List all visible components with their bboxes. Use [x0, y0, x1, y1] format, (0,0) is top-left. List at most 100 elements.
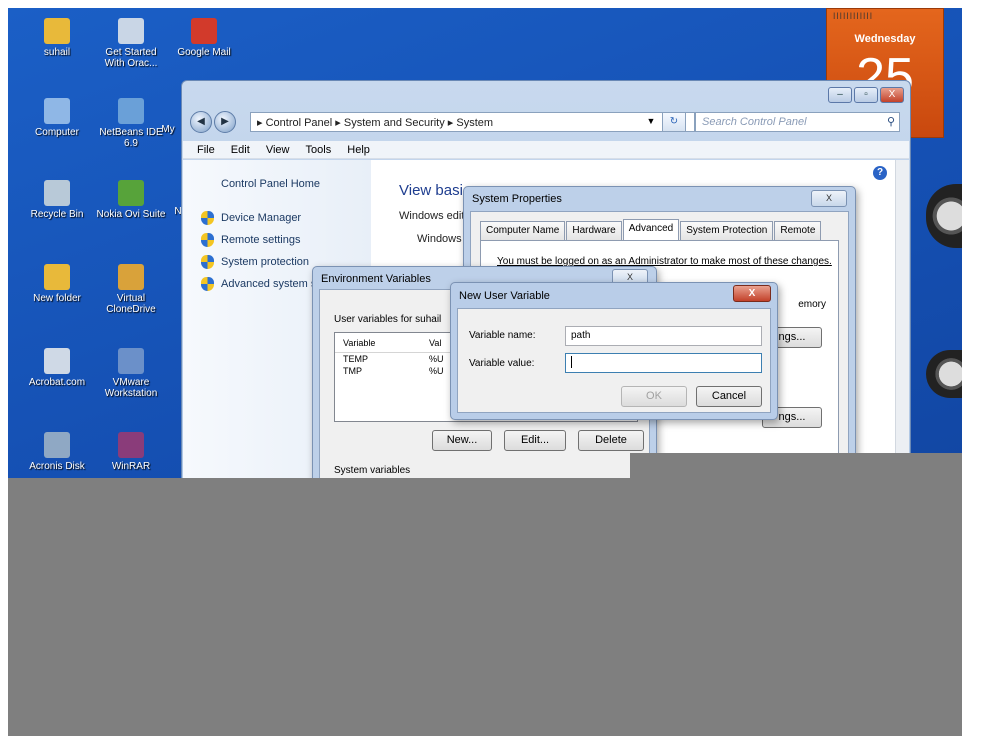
menu-edit[interactable]: Edit — [231, 141, 250, 159]
ok-button[interactable]: OK — [621, 386, 687, 407]
address-dropdown-icon[interactable]: ▼ — [640, 112, 662, 132]
desktop-icon-acronis[interactable]: Acronis Disk — [21, 432, 93, 472]
column-header-variable[interactable]: Variable — [343, 333, 375, 353]
desktop-icon-nokia-ovi[interactable]: Nokia Ovi Suite — [95, 180, 167, 220]
desktop-icon-suhail[interactable]: suhail — [21, 18, 93, 58]
performance-memory-text: emory — [798, 299, 826, 310]
desktop-icon-label: Get Started With Orac... — [104, 47, 158, 69]
shield-icon — [201, 233, 214, 247]
desktop-icon-acrobat[interactable]: Acrobat.com — [21, 348, 93, 388]
edit-button[interactable]: Edit... — [504, 430, 566, 451]
variable-name-label: Variable name: — [469, 330, 536, 341]
variable-name-field[interactable]: path — [565, 326, 762, 346]
menu-view[interactable]: View — [266, 141, 290, 159]
address-bar[interactable]: ▸ Control Panel ▸ System and Security ▸ … — [250, 112, 695, 132]
task-remote-settings[interactable]: Remote settings — [201, 232, 371, 254]
search-input[interactable]: Search Control Panel ⚲ — [695, 112, 900, 132]
shield-icon — [201, 277, 214, 291]
vertical-scrollbar[interactable] — [895, 160, 909, 479]
task-label: Device Manager — [221, 212, 302, 224]
computer-icon — [44, 98, 70, 124]
delete-button[interactable]: Delete — [578, 430, 644, 451]
minimize-button[interactable]: – — [828, 87, 852, 103]
task-device-manager[interactable]: Device Manager — [201, 210, 371, 232]
dialog-body: Variable name: path Variable value: OK C… — [457, 308, 771, 413]
close-button[interactable]: X — [811, 190, 847, 207]
tab-hardware[interactable]: Hardware — [566, 221, 622, 240]
nokia-ovi-icon — [118, 180, 144, 206]
desktop-icon-google-mail[interactable]: Google Mail — [168, 18, 240, 58]
system-variables-label: System variables — [334, 465, 411, 476]
variable-value-label: Variable value: — [469, 358, 535, 369]
desktop-icon-label: Acronis Disk — [29, 461, 85, 472]
close-button[interactable]: X — [733, 285, 771, 302]
desktop-icon-winrar[interactable]: WinRAR — [95, 432, 167, 472]
tab-strip: Computer Name Hardware Advanced System Prot… — [480, 219, 822, 242]
desktop-icon-label: Google Mail — [177, 47, 231, 58]
oracle-db-icon — [118, 18, 144, 44]
user-folder-icon — [44, 18, 70, 44]
maximize-button[interactable]: ▫ — [854, 87, 878, 103]
dialog-title: Environment Variables — [321, 273, 431, 285]
desktop-icon-label: Recycle Bin — [30, 209, 84, 220]
close-button[interactable]: X — [880, 87, 904, 103]
menu-tools[interactable]: Tools — [306, 141, 332, 159]
recycle-bin-icon — [44, 180, 70, 206]
menu-bar: File Edit View Tools Help — [183, 141, 909, 159]
text-caret — [571, 356, 572, 369]
desktop-icon-new-folder[interactable]: New folder — [21, 264, 93, 304]
search-icon[interactable]: ⚲ — [887, 115, 895, 128]
gmail-icon — [191, 18, 217, 44]
virtual-clonedrive-icon — [118, 264, 144, 290]
desktop-icon-recycle-bin[interactable]: Recycle Bin — [21, 180, 93, 220]
address-row: ◀ ▶ ▸ Control Panel ▸ System and Securit… — [190, 111, 902, 133]
refresh-button[interactable]: ↻ — [662, 112, 686, 132]
shield-icon — [201, 255, 214, 269]
control-panel-home-link[interactable]: Control Panel Home — [221, 178, 371, 190]
variable-value-field[interactable] — [565, 353, 762, 373]
windows-edition-label: Windows editi — [399, 210, 467, 222]
winrar-icon — [118, 432, 144, 458]
variable-name-value: path — [571, 330, 591, 341]
desktop-icon-label: WinRAR — [111, 461, 151, 472]
back-button[interactable]: ◀ — [190, 111, 212, 133]
weather-gadget-icon[interactable] — [926, 350, 962, 398]
variable-name-cell: TEMP — [343, 354, 369, 364]
folder-icon — [44, 264, 70, 290]
redaction-block — [8, 478, 962, 736]
window-caption-buttons: – ▫ X — [826, 87, 904, 103]
desktop-icon-virtual-clonedrive[interactable]: Virtual CloneDrive — [95, 264, 167, 315]
help-icon[interactable]: ? — [873, 166, 887, 180]
desktop-icon-vmware[interactable]: VMware Workstation — [95, 348, 167, 399]
tab-system-protection[interactable]: System Protection — [680, 221, 774, 240]
variable-value-cell: %U — [429, 354, 444, 364]
new-button[interactable]: New... — [432, 430, 492, 451]
tab-advanced[interactable]: Advanced — [622, 219, 680, 240]
task-label: Advanced system s — [221, 278, 317, 290]
dialog-title: New User Variable — [459, 290, 550, 302]
tab-remote[interactable]: Remote — [774, 221, 822, 240]
desktop-icon-label: Acrobat.com — [28, 377, 86, 388]
user-variables-label: User variables for suhail — [334, 314, 442, 325]
desktop-icon-computer[interactable]: Computer — [21, 98, 93, 138]
desktop-icon-label: My — [161, 124, 175, 135]
task-label: Remote settings — [221, 234, 301, 246]
desktop-icon-get-started-oracle[interactable]: Get Started With Orac... — [95, 18, 167, 69]
acronis-icon — [44, 432, 70, 458]
dialog-title: System Properties — [472, 193, 562, 205]
clock-gadget-icon[interactable] — [926, 184, 962, 248]
new-user-variable-dialog: New User Variable X Variable name: path … — [450, 282, 778, 420]
menu-help[interactable]: Help — [347, 141, 370, 159]
calendar-rings: |||||||||||| — [833, 11, 874, 19]
acrobat-icon — [44, 348, 70, 374]
tab-computer-name[interactable]: Computer Name — [480, 221, 566, 240]
desktop-icon-label: VMware Workstation — [104, 377, 158, 399]
cancel-button[interactable]: Cancel — [696, 386, 762, 407]
desktop-icon-label: Virtual CloneDrive — [106, 293, 156, 315]
column-header-value[interactable]: Val — [429, 333, 441, 353]
page-title: View basic — [399, 182, 471, 199]
desktop-icon-label: suhail — [43, 47, 71, 58]
forward-button[interactable]: ▶ — [214, 111, 236, 133]
menu-file[interactable]: File — [197, 141, 215, 159]
calendar-day: Wednesday — [854, 33, 916, 45]
